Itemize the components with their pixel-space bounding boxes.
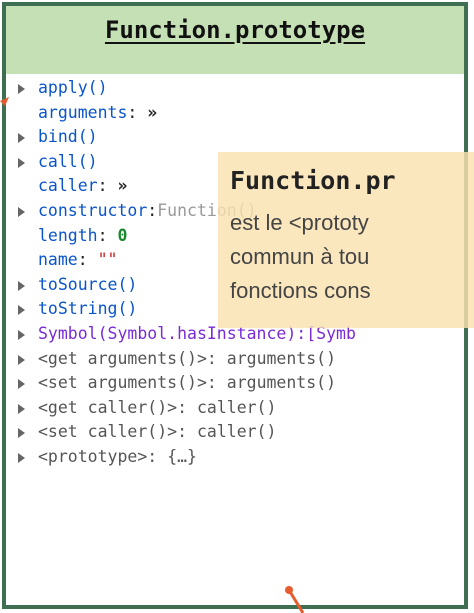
property-separator: : — [97, 176, 118, 196]
property-value: "" — [97, 250, 118, 270]
panel-title: Function.prototype — [104, 16, 366, 44]
callout-line-1: est le <prototy — [230, 210, 369, 235]
property-row[interactable]: <set arguments()>: arguments() — [16, 371, 466, 396]
callout-line-2: commun à tou — [230, 244, 370, 269]
expand-triangle-icon[interactable] — [16, 445, 30, 470]
property-separator: : — [77, 250, 98, 270]
property-text: apply() — [38, 76, 108, 101]
left-pointer-marker — [0, 97, 9, 106]
bottom-pointer-arrow — [285, 586, 305, 613]
property-text: call() — [38, 150, 98, 175]
property-row: arguments: » — [16, 101, 466, 126]
property-separator: : — [127, 102, 148, 122]
property-name: length — [38, 225, 98, 245]
property-text: arguments: » — [38, 101, 157, 126]
property-name: call() — [38, 151, 98, 171]
expand-triangle-icon[interactable] — [16, 322, 30, 347]
property-name: name — [38, 250, 78, 270]
callout-box: Function.pr est le <prototy commun à tou… — [218, 152, 474, 328]
expand-triangle-icon[interactable] — [16, 125, 30, 150]
expand-triangle-icon[interactable] — [16, 150, 30, 175]
property-name: constructor — [38, 200, 148, 220]
property-separator: : — [177, 422, 197, 442]
property-separator: : — [206, 348, 227, 368]
expand-triangle-icon[interactable] — [16, 273, 30, 298]
callout-title: Function.pr — [230, 166, 396, 195]
property-row[interactable]: <get caller()>: caller() — [16, 396, 466, 421]
title-bar: Function.prototype — [6, 6, 464, 74]
property-separator: : — [177, 397, 197, 417]
property-name: <prototype> — [38, 446, 148, 466]
property-name: <set arguments()> — [38, 373, 207, 393]
property-separator: : — [97, 225, 118, 245]
property-text: <set arguments()>: arguments() — [38, 371, 336, 396]
property-row[interactable]: <get arguments()>: arguments() — [16, 347, 466, 372]
property-name: <set caller()> — [38, 422, 178, 442]
property-separator: : — [206, 373, 227, 393]
property-separator: : — [147, 200, 158, 220]
property-value: caller() — [196, 397, 277, 417]
property-text: <prototype>: {…} — [38, 445, 197, 470]
property-name: arguments — [38, 102, 128, 122]
property-name: <get caller()> — [38, 397, 178, 417]
property-row[interactable]: <set caller()>: caller() — [16, 420, 466, 445]
property-value: arguments() — [226, 373, 337, 393]
property-name: caller — [38, 176, 98, 196]
property-value: 0 — [117, 225, 128, 245]
expand-triangle-icon[interactable] — [16, 297, 30, 322]
property-text: <get caller()>: caller() — [38, 396, 276, 421]
property-name: toString() — [38, 299, 138, 319]
property-name: bind() — [38, 127, 98, 147]
expand-triangle-icon[interactable] — [16, 76, 30, 101]
property-text: toString() — [38, 297, 137, 322]
property-text: toSource() — [38, 273, 137, 298]
property-value: caller() — [196, 422, 277, 442]
property-text: <set caller()>: caller() — [38, 420, 276, 445]
property-value: » — [117, 176, 128, 196]
property-row[interactable]: bind() — [16, 125, 466, 150]
property-name: <get arguments()> — [38, 348, 207, 368]
property-value: » — [147, 102, 158, 122]
property-text: length: 0 — [38, 224, 127, 249]
property-separator: : — [147, 446, 168, 466]
property-value: arguments() — [226, 348, 337, 368]
callout-line-3: fonctions cons — [230, 278, 371, 303]
property-row[interactable]: apply() — [16, 76, 466, 101]
expand-triangle-icon[interactable] — [16, 371, 30, 396]
property-text: caller: » — [38, 174, 127, 199]
expand-triangle-icon[interactable] — [16, 347, 30, 372]
property-text: bind() — [38, 125, 98, 150]
property-text: name: "" — [38, 248, 118, 273]
property-row[interactable]: <prototype>: {…} — [16, 445, 466, 470]
property-name: toSource() — [38, 274, 138, 294]
property-name: apply() — [38, 78, 108, 97]
property-value: {…} — [167, 446, 197, 466]
expand-triangle-icon[interactable] — [16, 199, 30, 224]
expand-triangle-icon[interactable] — [16, 420, 30, 445]
expand-triangle-icon[interactable] — [16, 396, 30, 421]
property-text: <get arguments()>: arguments() — [38, 347, 336, 372]
